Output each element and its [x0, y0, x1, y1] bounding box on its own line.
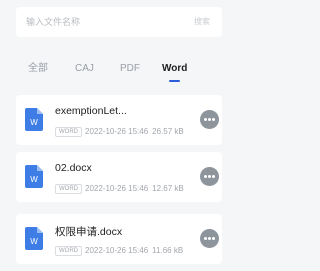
search-button[interactable]: 搜索	[194, 7, 210, 37]
file-name: exemptionLet...	[55, 105, 127, 117]
active-tab-indicator	[169, 80, 180, 82]
tab-caj[interactable]: CAJ	[75, 60, 94, 78]
file-item[interactable]: W 权限申请.docx WORD 2022-10-26 15:46 11.66 kB	[16, 214, 222, 264]
svg-text:W: W	[30, 237, 38, 246]
more-options-button[interactable]	[200, 167, 219, 186]
file-item[interactable]: W exemptionLet... WORD 2022-10-26 15:46 26…	[16, 95, 222, 145]
file-item[interactable]: W 02.docx WORD 2022-10-26 15:46 12.67 kB	[16, 152, 222, 202]
svg-text:W: W	[30, 118, 38, 127]
file-size: 26.57 kB	[152, 127, 184, 137]
file-type-badge: WORD	[55, 126, 82, 137]
tab-all[interactable]: 全部	[28, 60, 48, 78]
search-input[interactable]: 输入文件名称	[26, 7, 80, 37]
file-name: 权限申请.docx	[55, 226, 123, 238]
word-file-icon: W	[25, 165, 43, 188]
file-size: 12.67 kB	[152, 184, 184, 194]
file-meta: WORD 2022-10-26 15:46 11.66 kB	[55, 242, 184, 256]
file-date: 2022-10-26 15:46	[85, 184, 149, 194]
file-type-badge: WORD	[55, 245, 82, 256]
file-meta: WORD 2022-10-26 15:46 12.67 kB	[55, 180, 184, 194]
file-type-badge: WORD	[55, 183, 82, 194]
more-options-button[interactable]	[200, 110, 219, 129]
search-bar[interactable]: 输入文件名称 搜索	[16, 7, 222, 37]
tab-pdf[interactable]: PDF	[120, 60, 140, 78]
file-name: 02.docx	[55, 162, 92, 174]
file-type-tabs: 全部 CAJ PDF Word	[0, 60, 228, 82]
svg-text:W: W	[30, 175, 38, 184]
file-size: 11.66 kB	[152, 246, 184, 256]
more-options-button[interactable]	[200, 229, 219, 248]
file-meta: WORD 2022-10-26 15:46 26.57 kB	[55, 123, 184, 137]
word-file-icon: W	[25, 227, 43, 250]
file-date: 2022-10-26 15:46	[85, 246, 149, 256]
word-file-icon: W	[25, 108, 43, 131]
file-date: 2022-10-26 15:46	[85, 127, 149, 137]
tab-word[interactable]: Word	[162, 60, 187, 78]
